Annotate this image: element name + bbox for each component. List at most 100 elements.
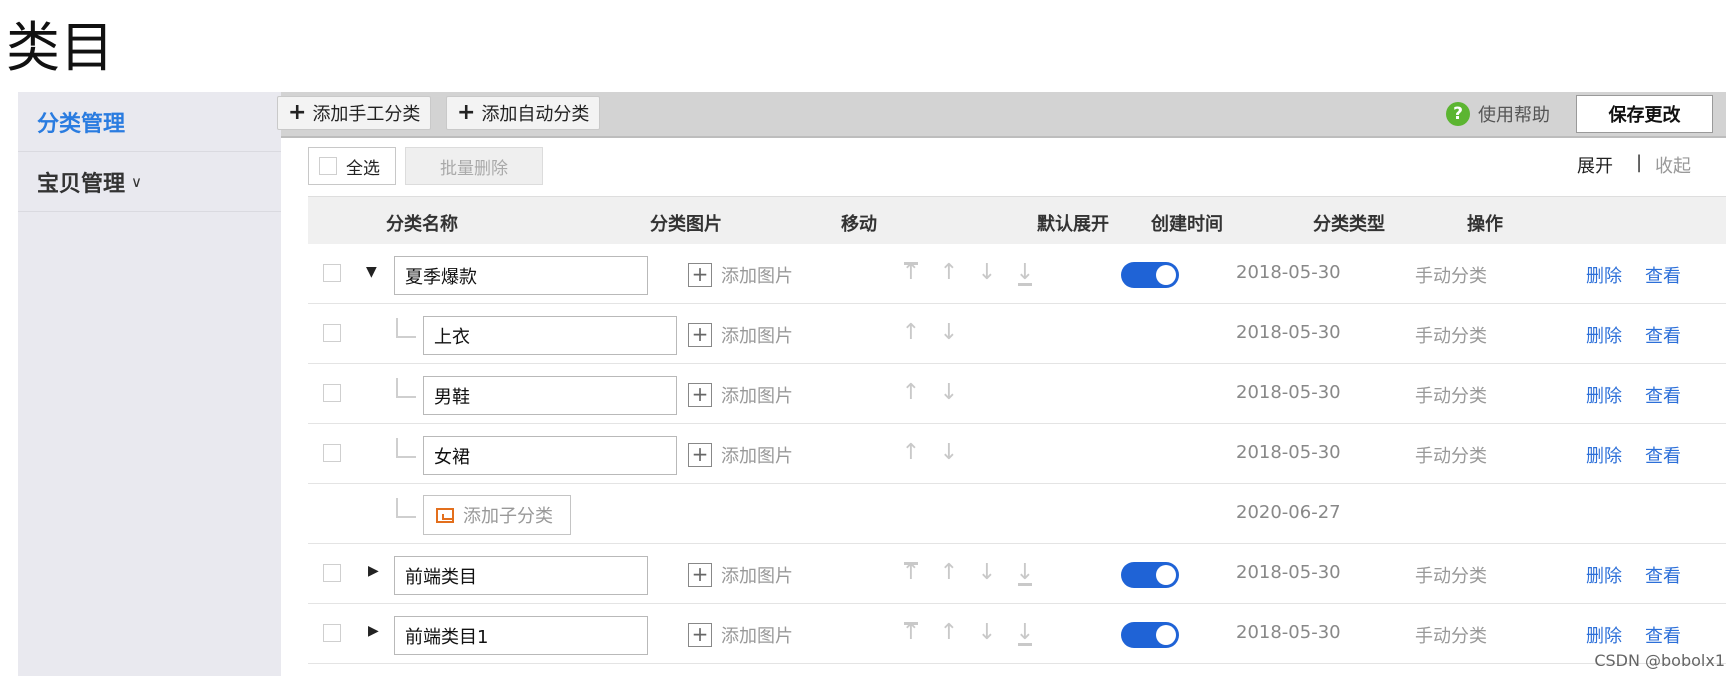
move-top-icon[interactable]: ↑ [900, 621, 922, 647]
move-down-icon[interactable]: ↓ [938, 381, 960, 407]
add-image-label: 添加图片 [721, 386, 793, 407]
sidebar: 分类管理 宝贝管理 ∨ [18, 92, 281, 676]
row-checkbox[interactable] [323, 624, 341, 642]
view-link[interactable]: 查看 [1645, 322, 1681, 348]
add-image-button[interactable]: + 添加图片 [688, 562, 793, 588]
help-link[interactable]: ? 使用帮助 [1446, 99, 1550, 129]
add-auto-category-button[interactable]: + 添加自动分类 [446, 96, 601, 130]
add-image-button[interactable]: + 添加图片 [688, 322, 793, 348]
caret-right-icon[interactable]: ▶ [368, 623, 379, 639]
default-expand-toggle[interactable] [1121, 262, 1179, 288]
default-expand-toggle[interactable] [1121, 622, 1179, 648]
move-top-icon[interactable]: ↑ [900, 561, 922, 587]
category-name-input[interactable]: 前端类目1 [394, 616, 648, 655]
button-label: 添加自动分类 [481, 104, 590, 125]
add-image-label: 添加图片 [721, 566, 793, 587]
collapse-all-link[interactable]: 收起 [1655, 152, 1691, 178]
delete-link[interactable]: 删除 [1586, 622, 1622, 648]
move-controls: ↑ ↓ [900, 441, 976, 467]
save-changes-button[interactable]: 保存更改 [1576, 95, 1713, 133]
category-name-input[interactable]: 前端类目 [394, 556, 648, 595]
row-checkbox[interactable] [323, 564, 341, 582]
delete-link[interactable]: 删除 [1586, 442, 1622, 468]
delete-link[interactable]: 删除 [1586, 382, 1622, 408]
view-link[interactable]: 查看 [1645, 442, 1681, 468]
row-checkbox[interactable] [323, 264, 341, 282]
move-bottom-icon[interactable]: ↓ [1014, 621, 1036, 647]
table-row: ▶ 前端类目1 + 添加图片 ↑ ↑ ↓ ↓ 2018-05-30 手动分类 删除 查看 [308, 604, 1726, 664]
category-name-input[interactable]: 男鞋 [423, 376, 677, 415]
plus-box-icon: + [688, 443, 712, 467]
add-image-button[interactable]: + 添加图片 [688, 262, 793, 288]
column-header-move: 移动 [841, 214, 877, 235]
table-header: 分类名称 分类图片 移动 默认展开 创建时间 分类类型 操作 [308, 196, 1726, 244]
caret-down-icon[interactable]: ▼ [366, 264, 377, 280]
move-bottom-icon[interactable]: ↓ [1014, 261, 1036, 287]
watermark: CSDN @bobolx1 [1594, 651, 1725, 670]
help-icon: ? [1446, 102, 1470, 126]
toolbar: + 添加手工分类 + 添加自动分类 ? 使用帮助 保存更改 [277, 92, 1726, 138]
delete-link[interactable]: 删除 [1586, 562, 1622, 588]
separator: | [1636, 152, 1643, 173]
move-top-icon[interactable]: ↑ [900, 261, 922, 287]
add-image-label: 添加图片 [721, 266, 793, 287]
default-expand-toggle[interactable] [1121, 562, 1179, 588]
add-image-button[interactable]: + 添加图片 [688, 442, 793, 468]
row-checkbox[interactable] [323, 324, 341, 342]
sidebar-item-category-management[interactable]: 分类管理 [18, 92, 281, 152]
table-row: ▼ 夏季爆款 + 添加图片 ↑ ↑ ↓ ↓ 2018-05-30 手动分类 删除 查看 [308, 244, 1726, 304]
view-link[interactable]: 查看 [1645, 262, 1681, 288]
row-checkbox[interactable] [323, 444, 341, 462]
batch-delete-button[interactable]: 批量删除 [405, 147, 543, 185]
add-image-label: 添加图片 [721, 326, 793, 347]
subcategory-icon [436, 507, 454, 523]
column-header-name: 分类名称 [386, 214, 458, 235]
column-header-image: 分类图片 [650, 214, 722, 235]
plus-box-icon: + [688, 563, 712, 587]
select-all-label: 全选 [346, 158, 380, 179]
category-type: 手动分类 [1415, 626, 1487, 647]
plus-box-icon: + [688, 263, 712, 287]
tree-connector [396, 378, 416, 398]
sidebar-item-product-management[interactable]: 宝贝管理 ∨ [18, 152, 281, 212]
category-name-input[interactable]: 夏季爆款 [394, 256, 648, 295]
move-down-icon[interactable]: ↓ [976, 621, 998, 647]
move-down-icon[interactable]: ↓ [938, 441, 960, 467]
move-down-icon[interactable]: ↓ [938, 321, 960, 347]
move-up-icon[interactable]: ↑ [938, 261, 960, 287]
delete-link[interactable]: 删除 [1586, 322, 1622, 348]
select-all-checkbox[interactable]: 全选 [308, 147, 396, 185]
move-up-icon[interactable]: ↑ [938, 561, 960, 587]
move-up-icon[interactable]: ↑ [938, 621, 960, 647]
category-name-input[interactable]: 上衣 [423, 316, 677, 355]
add-image-button[interactable]: + 添加图片 [688, 382, 793, 408]
move-down-icon[interactable]: ↓ [976, 261, 998, 287]
add-subcategory-button[interactable]: 添加子分类 [423, 495, 571, 535]
add-image-button[interactable]: + 添加图片 [688, 622, 793, 648]
caret-right-icon[interactable]: ▶ [368, 563, 379, 579]
row-checkbox[interactable] [323, 384, 341, 402]
view-link[interactable]: 查看 [1645, 622, 1681, 648]
view-link[interactable]: 查看 [1645, 562, 1681, 588]
checkbox[interactable] [319, 157, 337, 175]
category-panel: + 添加手工分类 + 添加自动分类 ? 使用帮助 保存更改 全选 批量删除 展开… [277, 92, 1726, 676]
category-name-input[interactable]: 女裙 [423, 436, 677, 475]
expand-all-link[interactable]: 展开 [1577, 152, 1613, 178]
created-date: 2018-05-30 [1236, 622, 1341, 643]
created-date: 2018-05-30 [1236, 322, 1341, 343]
table-row: ▶ 前端类目 + 添加图片 ↑ ↑ ↓ ↓ 2018-05-30 手动分类 删除 查看 [308, 544, 1726, 604]
move-up-icon[interactable]: ↑ [900, 381, 922, 407]
category-type: 手动分类 [1415, 326, 1487, 347]
created-date: 2018-05-30 [1236, 442, 1341, 463]
view-link[interactable]: 查看 [1645, 382, 1681, 408]
move-up-icon[interactable]: ↑ [900, 441, 922, 467]
plus-icon: + [457, 100, 476, 125]
plus-box-icon: + [688, 323, 712, 347]
column-header-actions: 操作 [1467, 214, 1503, 235]
add-manual-category-button[interactable]: + 添加手工分类 [277, 96, 432, 130]
plus-box-icon: + [688, 383, 712, 407]
move-bottom-icon[interactable]: ↓ [1014, 561, 1036, 587]
delete-link[interactable]: 删除 [1586, 262, 1622, 288]
move-up-icon[interactable]: ↑ [900, 321, 922, 347]
move-down-icon[interactable]: ↓ [976, 561, 998, 587]
